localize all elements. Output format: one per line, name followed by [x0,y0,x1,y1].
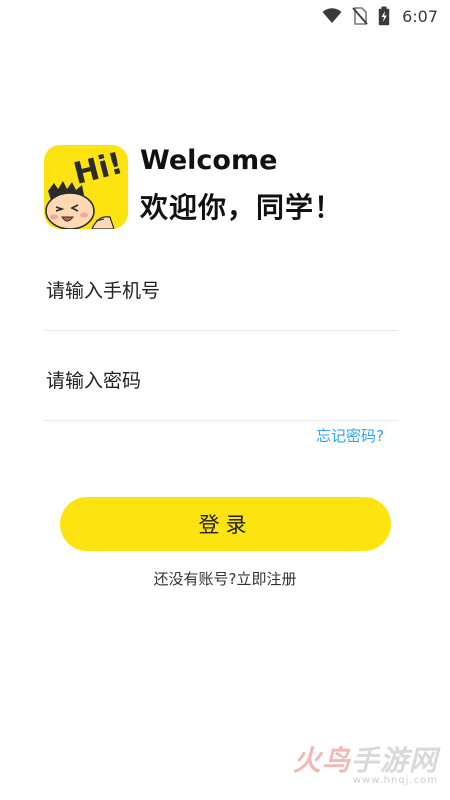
wifi-icon [322,8,342,24]
status-time: 6:07 [402,6,438,26]
no-sim-icon [352,7,368,25]
battery-charging-icon [378,6,390,26]
phone-field [44,276,400,331]
password-input[interactable] [44,366,400,396]
app-logo: Hi! [44,145,128,229]
watermark: 火鸟手游网 www.hnqj.com [293,739,438,786]
phone-input[interactable] [44,276,400,306]
welcome-title: Welcome [140,145,278,176]
greeting-title: 欢迎你，同学！ [140,191,344,224]
forgot-password-link[interactable]: 忘记密码? [316,425,384,446]
watermark-logo: 火鸟手游网 [292,744,438,777]
greeting-block: Welcome 欢迎你，同学！ [140,145,343,225]
password-field [44,366,400,421]
login-button[interactable]: 登录 [60,497,391,551]
status-bar: 6:07 [0,0,450,32]
login-screen: 6:07 Hi! Welcome 欢迎你，同学！ 请输入手机号 忘记密码? 登录… [0,0,450,800]
welcome-header: Hi! Welcome 欢迎你，同学！ [44,145,343,229]
register-link[interactable]: 还没有账号?立即注册 [0,568,450,589]
